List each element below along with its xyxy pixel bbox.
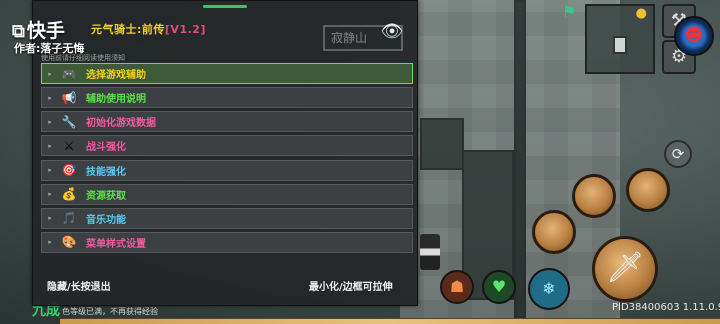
swap-weapon-icon[interactable]: ⟳ [664, 140, 692, 168]
menu-item[interactable]: ▸ 🎵 音乐功能 [41, 207, 413, 229]
ice-skill-icon[interactable]: ❄ [528, 268, 570, 310]
menu-item-label: 音乐功能 [86, 214, 126, 226]
attack-sword-button[interactable]: 🗡 [592, 236, 658, 302]
bullet-icon: ▸ [48, 93, 52, 102]
menu-item[interactable]: ▸ 🎨 菜单样式设置 [41, 231, 413, 253]
menu-item-label: 战斗强化 [86, 142, 126, 154]
eye-icon[interactable]: 👁 [379, 19, 405, 45]
drag-handle[interactable] [203, 5, 247, 8]
menu-item[interactable]: ▸ 💰 资源获取 [41, 183, 413, 205]
skill-button-3[interactable] [532, 210, 576, 254]
bullet-icon: ▸ [48, 141, 52, 150]
crossed-swords-icon: ⚔ [63, 138, 75, 153]
skill-button-2[interactable] [626, 168, 670, 212]
menu-item-label: 初始化游戏数据 [86, 118, 156, 130]
megaphone-icon: 📢 [61, 90, 77, 105]
menu-item-label: 技能强化 [86, 166, 126, 178]
player-character [420, 234, 440, 270]
menu-item-label: 辅助使用说明 [86, 94, 146, 106]
skill-button-1[interactable] [572, 174, 616, 218]
version-label: [V1.2] [164, 23, 206, 36]
star-icon: ● [635, 6, 647, 21]
bullet-icon: ▸ [48, 166, 52, 175]
boss-avatar-icon: ☻ [674, 16, 714, 56]
app-logo-text: 快手 [26, 20, 65, 42]
money-bag-icon: 💰 [61, 187, 77, 202]
menu-item-label: 选择游戏辅助 [86, 70, 146, 81]
game-title: 元气骑士:前传 [91, 23, 165, 36]
gamepad-icon: 🎮 [61, 66, 77, 81]
hide-exit-button[interactable]: 隐藏/长按退出 [47, 278, 111, 293]
menu-item-label: 菜单样式设置 [86, 238, 146, 250]
menu-item[interactable]: ▸ 📢 辅助使用说明 [41, 87, 413, 109]
bullet-icon: ▸ [48, 117, 52, 126]
menu-item[interactable]: ▸ ⚔ 战斗强化 [41, 135, 413, 157]
author-label: 作者:落子无悔 [14, 42, 85, 55]
menu-list: ▸ 🎮 选择游戏辅助 ▸ 📢 辅助使用说明 ▸ 🔧 初始化游戏数据 ▸ ⚔ 战斗强化 ▸ 🎯 技能强化 ▸ 💰 资… [41, 63, 413, 256]
target-icon: 🎯 [61, 163, 77, 178]
minimap[interactable]: ● [585, 4, 655, 74]
bullet-icon: ▸ [48, 238, 52, 247]
palette-icon: 🎨 [61, 235, 77, 250]
minimize-button[interactable]: 最小化/边框可拉伸 [309, 278, 393, 293]
menu-item[interactable]: ▸ 🎯 技能强化 [41, 159, 413, 181]
character-skill-icon[interactable]: ☗ [440, 270, 474, 304]
menu-title: 元气骑士:前传[V1.2] [91, 21, 206, 37]
wrench-icon: 🔧 [61, 114, 77, 129]
heal-skill-icon[interactable]: ♥ [482, 270, 516, 304]
waypoint-icon: ⚑ [562, 2, 577, 21]
kuaishou-logo-icon: ⧉ [12, 21, 25, 42]
pid-version-text: PID38400603 1.11.0.9 [612, 302, 720, 313]
bullet-icon: ▸ [48, 214, 52, 223]
bullet-icon: ▸ [48, 69, 52, 78]
experience-bar [60, 318, 720, 324]
app-logo: ⧉ 快手 [12, 16, 65, 43]
mod-menu-panel[interactable]: 寂静山 元气骑士:前传[V1.2] 👁 使用前请仔细阅读使用须知 ▸ 🎮 选择游戏辅… [32, 0, 418, 306]
exp-max-note: 色等级已满，不再获得经验 [62, 307, 158, 316]
menu-item-label: 资源获取 [86, 190, 126, 202]
music-note-icon: 🎵 [61, 211, 77, 226]
menu-item[interactable]: ▸ 🔧 初始化游戏数据 [41, 111, 413, 133]
minimap-room [613, 36, 627, 54]
menu-item[interactable]: ▸ 🎮 选择游戏辅助 [41, 63, 413, 84]
bullet-icon: ▸ [48, 190, 52, 199]
